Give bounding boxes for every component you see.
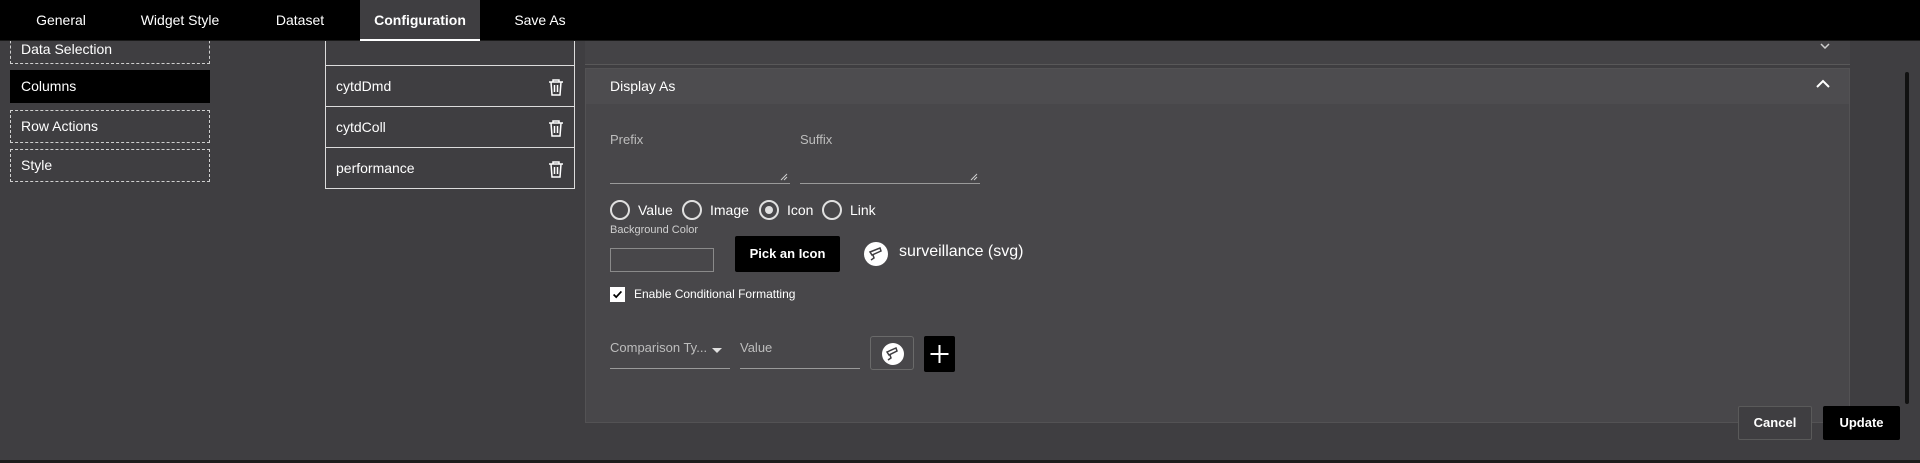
check-icon bbox=[612, 290, 623, 299]
tab-general[interactable]: General bbox=[22, 0, 100, 41]
trash-icon[interactable] bbox=[548, 160, 564, 178]
add-condition-button[interactable] bbox=[924, 336, 955, 372]
caret-down-icon bbox=[712, 348, 722, 353]
chevron-down-icon[interactable] bbox=[1820, 43, 1830, 49]
trash-icon[interactable] bbox=[548, 78, 564, 96]
left-nav-style[interactable]: Style bbox=[10, 149, 210, 182]
conditional-formatting-label: Enable Conditional Formatting bbox=[634, 287, 796, 301]
column-row[interactable]: performance bbox=[326, 147, 574, 187]
prefix-label: Prefix bbox=[610, 132, 644, 147]
pick-icon-button[interactable]: Pick an Icon bbox=[735, 236, 840, 272]
selected-icon-name: surveillance (svg) bbox=[899, 243, 1024, 260]
background-color-input[interactable] bbox=[610, 248, 714, 272]
surveillance-icon bbox=[882, 343, 904, 365]
radio-icon[interactable]: Icon bbox=[759, 200, 813, 220]
column-label: performance bbox=[336, 160, 415, 176]
collapsed-section[interactable] bbox=[585, 41, 1850, 65]
tab-bar: General Widget Style Dataset Configurati… bbox=[0, 0, 1920, 41]
surveillance-icon bbox=[864, 242, 888, 266]
conditional-formatting-checkbox[interactable] bbox=[610, 287, 625, 302]
column-row[interactable]: cytdDmd bbox=[326, 65, 574, 105]
resize-grip-icon[interactable] bbox=[780, 173, 788, 181]
tab-save-as[interactable]: Save As bbox=[500, 0, 580, 41]
comparison-type-value: Comparison Ty... bbox=[610, 340, 708, 355]
prefix-input[interactable] bbox=[610, 160, 790, 184]
left-nav-columns[interactable]: Columns bbox=[10, 70, 210, 103]
plus-icon bbox=[930, 345, 949, 363]
radio-circle[interactable] bbox=[822, 200, 842, 220]
chevron-up-icon[interactable] bbox=[1815, 78, 1831, 90]
display-as-title: Display As bbox=[610, 78, 676, 94]
background-color-label: Background Color bbox=[610, 224, 699, 236]
tab-widget-style[interactable]: Widget Style bbox=[130, 0, 230, 41]
radio-circle-selected[interactable] bbox=[759, 200, 779, 220]
display-as-header[interactable]: Display As bbox=[586, 69, 1849, 104]
suffix-label: Suffix bbox=[800, 132, 833, 147]
cancel-button[interactable]: Cancel bbox=[1738, 406, 1812, 440]
radio-label: Image bbox=[710, 202, 749, 218]
radio-label: Link bbox=[850, 202, 876, 218]
column-row[interactable]: cytdColl bbox=[326, 106, 574, 146]
suffix-input[interactable] bbox=[800, 160, 980, 184]
tab-configuration[interactable]: Configuration bbox=[360, 0, 480, 41]
resize-grip-icon[interactable] bbox=[970, 173, 978, 181]
condition-icon-button[interactable] bbox=[870, 336, 914, 370]
comparison-value-input[interactable]: Value bbox=[740, 337, 860, 369]
radio-label: Icon bbox=[787, 202, 814, 218]
radio-circle[interactable] bbox=[610, 200, 630, 220]
radio-value[interactable]: Value bbox=[610, 200, 673, 220]
scrollbar[interactable] bbox=[1905, 72, 1909, 404]
column-label: cytdColl bbox=[336, 119, 386, 135]
trash-icon[interactable] bbox=[548, 119, 564, 137]
tab-dataset[interactable]: Dataset bbox=[262, 0, 338, 41]
radio-circle[interactable] bbox=[682, 200, 702, 220]
radio-label: Value bbox=[638, 202, 673, 218]
radio-link[interactable]: Link bbox=[822, 200, 876, 220]
comparison-type-select[interactable]: Comparison Ty... bbox=[610, 337, 730, 369]
column-label: cytdDmd bbox=[336, 78, 392, 94]
left-nav-row-actions[interactable]: Row Actions bbox=[10, 110, 210, 143]
comparison-value-placeholder: Value bbox=[740, 340, 773, 355]
columns-list: cytdDmd cytdColl performance bbox=[325, 41, 575, 189]
update-button[interactable]: Update bbox=[1823, 406, 1900, 440]
radio-image[interactable]: Image bbox=[682, 200, 749, 220]
